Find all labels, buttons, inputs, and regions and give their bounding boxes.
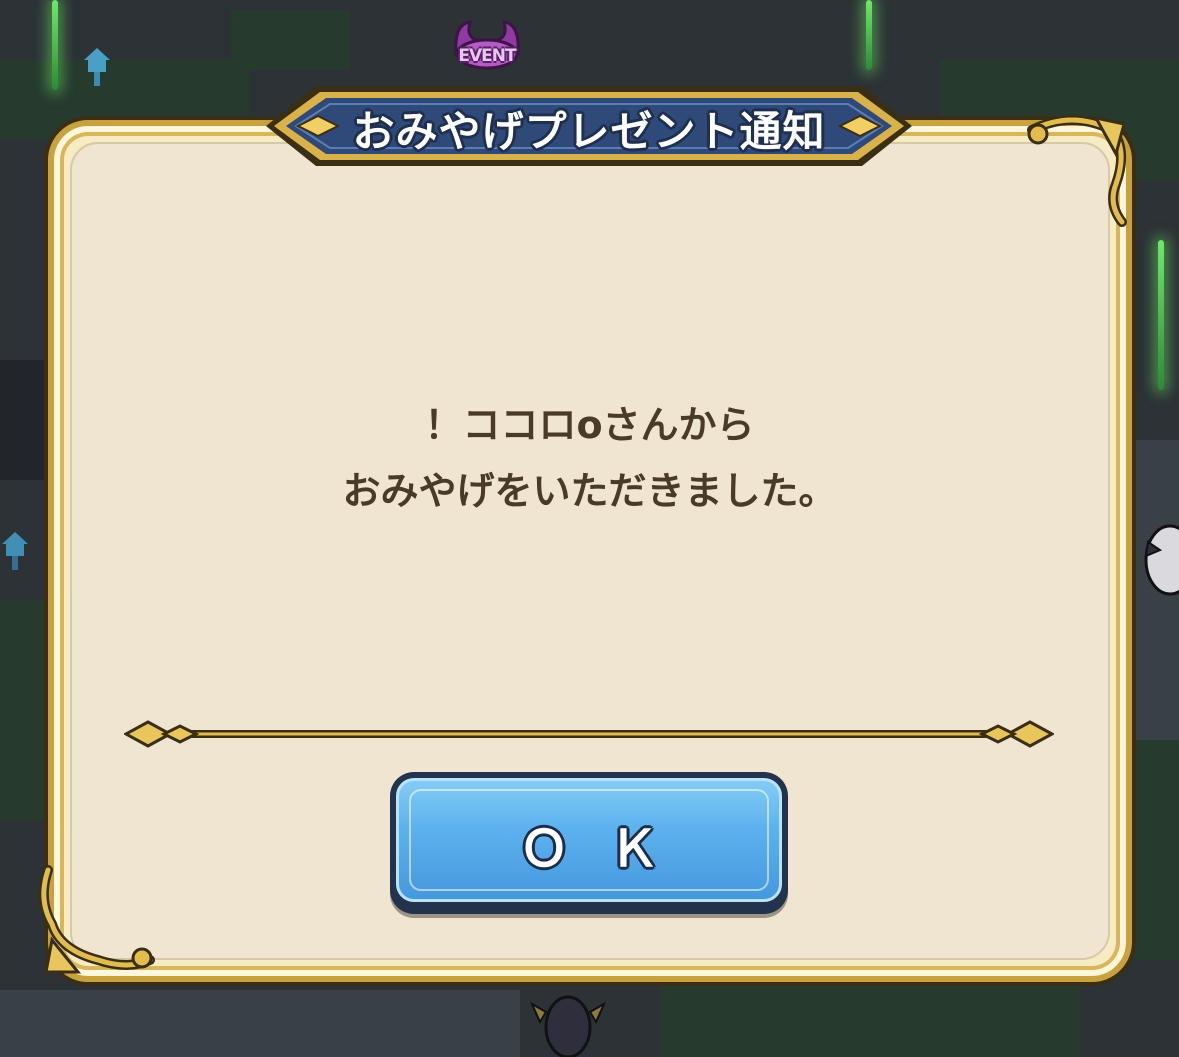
ok-button-label: ＯＫ <box>519 820 699 878</box>
ornament-corner-top-right-icon <box>1012 110 1132 230</box>
ornamental-divider <box>122 712 1056 756</box>
green-crystal-beacon <box>858 0 880 70</box>
message-line: ！ココロoさんから <box>424 403 755 447</box>
dialog-title-plate: おみやげプレゼント通知 <box>256 80 922 172</box>
monster-character <box>1140 520 1179 600</box>
green-crystal-beacon <box>1150 240 1172 390</box>
message-line: おみやげをいただきました。 <box>342 469 837 513</box>
ok-button[interactable]: ＯＫ <box>390 772 788 914</box>
dialog-title: おみやげプレゼント通知 <box>352 107 826 156</box>
green-crystal-beacon <box>44 0 66 90</box>
event-badge[interactable]: EVENT <box>446 14 528 74</box>
event-label: EVENT <box>458 46 516 66</box>
dialog-message: ！ココロoさんから おみやげをいただきました。 <box>120 392 1059 524</box>
ok-button-face[interactable]: ＯＫ <box>396 778 782 902</box>
ornament-corner-bottom-left-icon <box>38 860 158 980</box>
house-marker-icon <box>0 530 30 570</box>
monster-character <box>528 982 608 1057</box>
house-marker-icon <box>82 46 112 86</box>
